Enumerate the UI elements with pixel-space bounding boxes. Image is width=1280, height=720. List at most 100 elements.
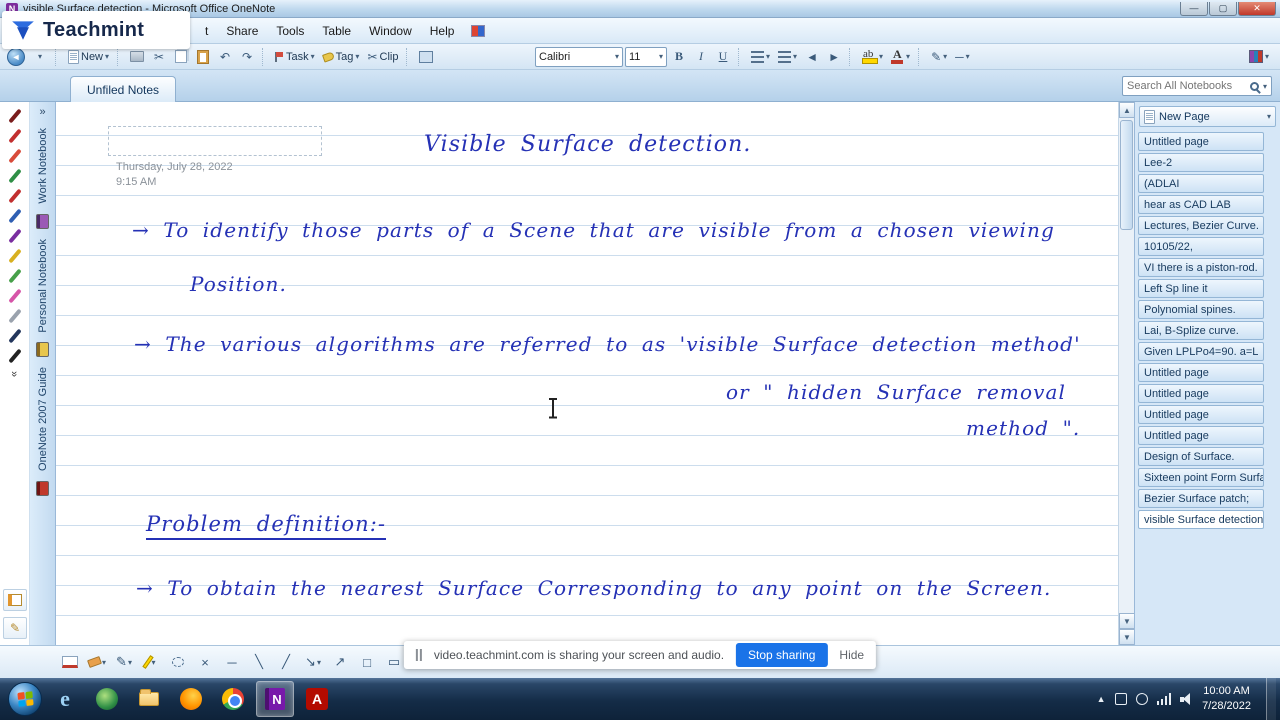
font-family-combobox[interactable]: Calibri ▾ — [535, 46, 623, 67]
pen-button[interactable]: ✎ ▾ — [112, 650, 136, 674]
lasso-select-button[interactable] — [166, 650, 190, 674]
page-tab[interactable]: Lee-2 — [1138, 153, 1264, 172]
sidebar-item-work-notebook[interactable]: Work Notebook — [37, 128, 49, 204]
tab-unfiled-notes[interactable]: Unfiled Notes — [70, 76, 177, 102]
pen-color-icon[interactable] — [5, 166, 25, 186]
page-tab[interactable]: Untitled page — [1138, 405, 1264, 424]
page-canvas[interactable]: Thursday, July 28, 2022 9:15 AM Visible … — [56, 102, 1118, 645]
pen-color-icon[interactable] — [5, 346, 25, 366]
sidebar-item-personal-notebook[interactable]: Personal Notebook — [37, 239, 49, 333]
page-tab[interactable]: hear as CAD LAB — [1138, 195, 1264, 214]
page-tab[interactable]: Untitled page — [1138, 426, 1264, 445]
menu-table[interactable]: Table — [313, 21, 360, 41]
notebook-icon[interactable] — [36, 481, 49, 497]
increase-indent-button[interactable]: ► — [824, 46, 844, 67]
page-tab[interactable]: Left Sp line it — [1138, 279, 1264, 298]
highlight-button[interactable]: ▾ — [859, 46, 886, 67]
pen-color-icon[interactable] — [5, 266, 25, 286]
page-tab[interactable]: Polynomial spines. — [1138, 300, 1264, 319]
page-tab[interactable]: Untitled page — [1138, 363, 1264, 382]
page-tab[interactable]: (ADLAI — [1138, 174, 1264, 193]
expand-navbar-icon[interactable]: » — [39, 106, 45, 118]
taskbar-adobe-reader[interactable]: A — [298, 681, 336, 717]
new-page-button[interactable]: New ▾ — [65, 46, 112, 67]
redo-button[interactable]: ↷ — [237, 46, 257, 67]
print-button[interactable] — [127, 46, 147, 67]
menu-format-fragment[interactable]: t — [196, 21, 217, 41]
line-tool-diagonal-up[interactable]: ╱ — [274, 650, 298, 674]
insert-table-button[interactable] — [416, 46, 436, 67]
maximize-button[interactable]: ▢ — [1209, 1, 1237, 16]
sidebar-item-onenote-guide[interactable]: OneNote 2007 Guide — [37, 367, 49, 471]
line-style-button[interactable]: ─ ▾ — [952, 46, 973, 67]
line-tool-horizontal[interactable]: ─ — [220, 650, 244, 674]
page-tab[interactable]: Sixteen point Form Surfa — [1138, 468, 1264, 487]
more-pens-icon[interactable]: » — [9, 371, 21, 377]
menu-window[interactable]: Window — [360, 21, 421, 41]
wide-rectangle-tool[interactable]: ▭ — [382, 650, 406, 674]
clip-button[interactable]: ✂ Clip — [364, 46, 401, 67]
rectangle-tool[interactable]: □ — [355, 650, 379, 674]
scroll-page-down-icon[interactable]: ▼ — [1119, 629, 1135, 645]
taskbar-chrome[interactable] — [214, 681, 252, 717]
taskbar-clock[interactable]: 10:00 AM 7/28/2022 — [1202, 684, 1251, 714]
show-hidden-icons[interactable]: ▲ — [1097, 694, 1106, 704]
decrease-indent-button[interactable]: ◄ — [802, 46, 822, 67]
minimize-button[interactable]: — — [1180, 1, 1208, 16]
paste-button[interactable] — [193, 46, 213, 67]
pen-color-icon[interactable] — [5, 246, 25, 266]
cut-button[interactable]: ✂ — [149, 46, 169, 67]
eraser-button[interactable]: ▾ — [85, 650, 109, 674]
page-tab-selected[interactable]: visible Surface detection — [1138, 510, 1264, 529]
pen-color-icon[interactable] — [5, 326, 25, 346]
delete-stroke-button[interactable]: × — [193, 650, 217, 674]
page-tab[interactable]: Bezier Surface patch; — [1138, 489, 1264, 508]
taskbar-onenote-active[interactable]: N — [256, 681, 294, 717]
page-tab[interactable]: VI there is a piston-rod. — [1138, 258, 1264, 277]
taskbar-firefox[interactable] — [172, 681, 210, 717]
taskbar-explorer[interactable] — [130, 681, 168, 717]
menu-share[interactable]: Share — [217, 21, 267, 41]
close-button[interactable]: ✕ — [1238, 1, 1276, 16]
search-icon[interactable] — [1249, 81, 1259, 91]
scrollbar-thumb[interactable] — [1120, 120, 1133, 230]
italic-button[interactable]: I — [691, 46, 711, 67]
task-button[interactable]: Task ▾ — [272, 46, 318, 67]
pen-color-icon[interactable] — [5, 286, 25, 306]
show-desktop-button[interactable] — [1266, 678, 1276, 720]
pen-select-button[interactable]: ✎ — [3, 617, 27, 639]
pen-color-icon[interactable] — [5, 106, 25, 126]
tag-button[interactable]: Tag ▾ — [320, 46, 363, 67]
bold-button[interactable]: B — [669, 46, 689, 67]
stop-sharing-button[interactable]: Stop sharing — [736, 643, 828, 667]
page-tab[interactable]: Lectures, Bezier Curve. — [1138, 216, 1264, 235]
line-tool-diagonal-down[interactable]: ╲ — [247, 650, 271, 674]
journal-button[interactable] — [3, 589, 27, 611]
page-tab[interactable]: Design of Surface. — [1138, 447, 1264, 466]
font-size-combobox[interactable]: 11 ▾ — [625, 46, 667, 67]
search-input[interactable] — [1127, 80, 1246, 92]
menu-help[interactable]: Help — [421, 21, 464, 41]
notebook-icon[interactable] — [36, 342, 49, 358]
pen-color-icon[interactable] — [5, 186, 25, 206]
pen-color-icon[interactable] — [5, 206, 25, 226]
pen-color-icon[interactable] — [5, 226, 25, 246]
vertical-scrollbar[interactable]: ▲ ▼ ▼ — [1118, 102, 1135, 645]
page-title-placeholder[interactable] — [108, 126, 322, 156]
page-tab[interactable]: 10105/22, — [1138, 237, 1264, 256]
arrow-tool-up-right[interactable]: ↗ — [328, 650, 352, 674]
copy-button[interactable] — [171, 46, 191, 67]
pen-mode-button[interactable]: ✎ ▾ — [928, 46, 950, 67]
numbered-list-button[interactable]: ▾ — [775, 46, 800, 67]
font-color-button[interactable]: ▾ — [888, 46, 913, 67]
search-scope-dropdown[interactable]: ▾ — [1263, 82, 1267, 91]
page-tab[interactable]: Given LPLPo4=90. a=L — [1138, 342, 1264, 361]
page-tab[interactable]: Untitled page — [1138, 384, 1264, 403]
taskbar-media-player[interactable] — [88, 681, 126, 717]
underline-button[interactable]: U — [713, 46, 733, 67]
notebook-icon[interactable] — [36, 213, 49, 229]
back-button[interactable]: ◄ — [4, 46, 28, 67]
scroll-down-icon[interactable]: ▼ — [1119, 613, 1135, 629]
menu-tools[interactable]: Tools — [267, 21, 313, 41]
notebook-list-button[interactable]: ▾ — [1246, 46, 1272, 67]
